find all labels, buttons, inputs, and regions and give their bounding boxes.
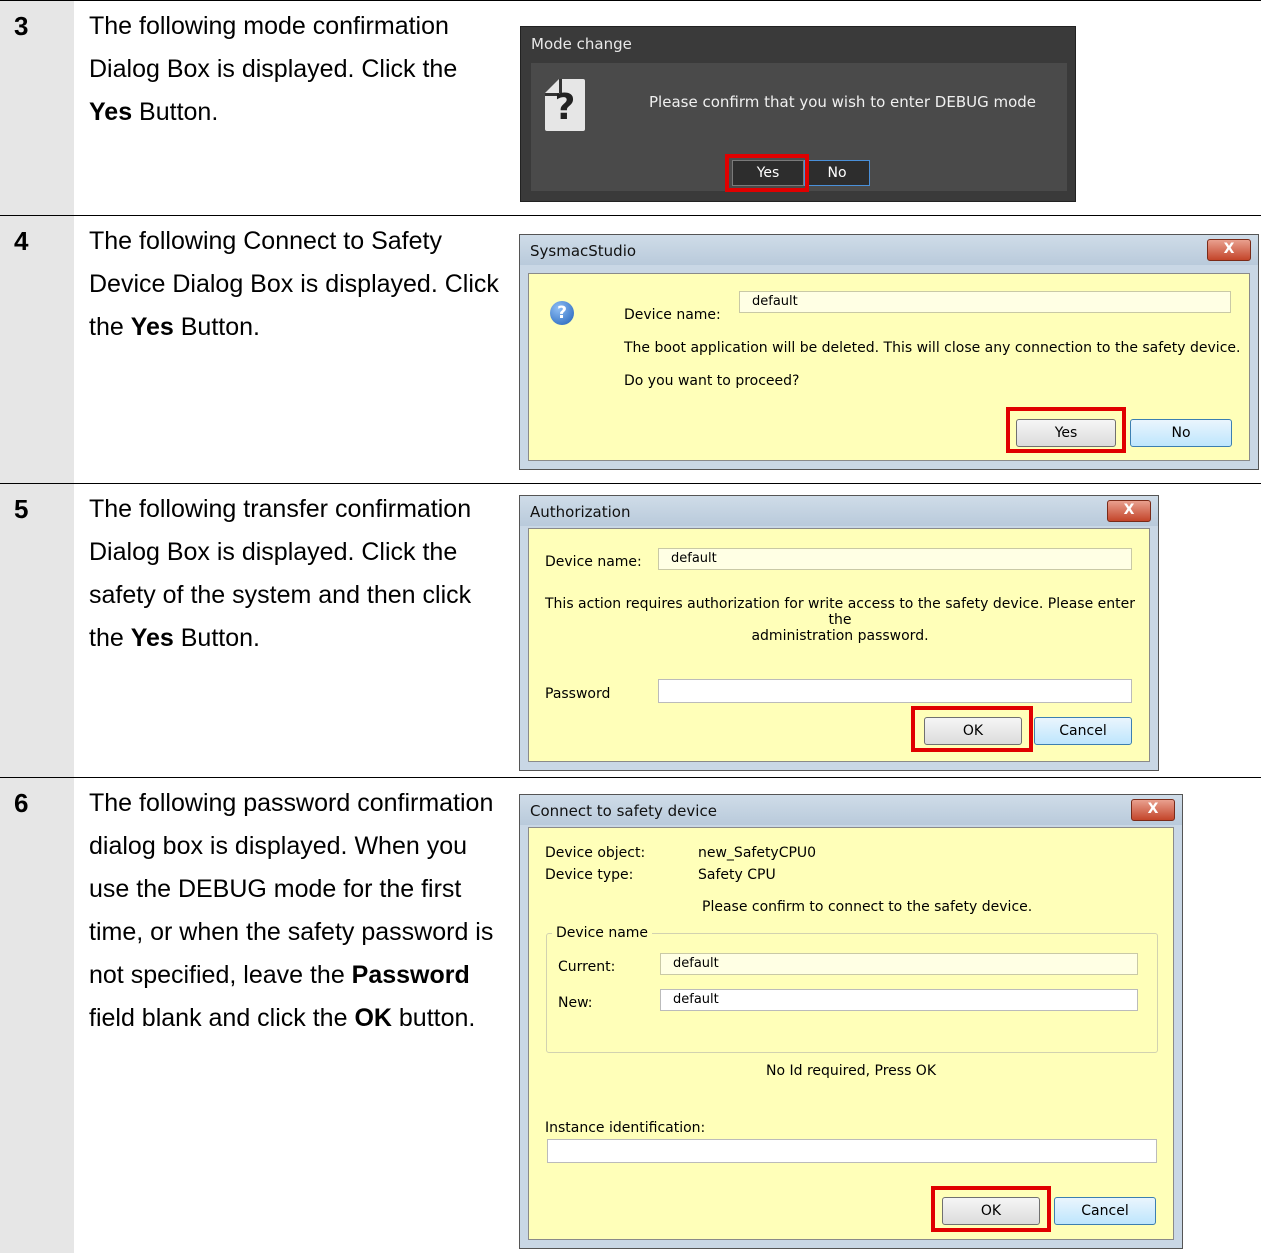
step-number-cell: 3 bbox=[0, 1, 74, 216]
current-field[interactable]: default bbox=[660, 953, 1138, 975]
step-instructions: The following password confirmation dial… bbox=[89, 789, 494, 1032]
device-type-label: Device type: bbox=[545, 867, 634, 883]
dialog-title: Mode change bbox=[531, 35, 632, 53]
current-label: Current: bbox=[558, 959, 616, 975]
close-button[interactable]: X bbox=[1207, 239, 1251, 261]
dialog-title: SysmacStudio bbox=[530, 242, 637, 260]
cancel-button[interactable]: Cancel bbox=[1054, 1197, 1156, 1225]
dialog-title: Authorization bbox=[530, 503, 631, 521]
device-name-label: Device name: bbox=[624, 307, 721, 323]
password-field[interactable] bbox=[658, 679, 1132, 703]
question-icon: ? bbox=[550, 301, 574, 325]
sysmacstudio-dialog: SysmacStudio X ? Device name: default Th… bbox=[519, 234, 1259, 470]
step-number: 4 bbox=[14, 226, 29, 256]
group-label: Device name bbox=[552, 925, 653, 941]
dialog-message: Please confirm that you wish to enter DE… bbox=[649, 93, 1037, 111]
new-label: New: bbox=[558, 995, 593, 1011]
new-field[interactable]: default bbox=[660, 989, 1138, 1011]
no-button[interactable]: No bbox=[804, 160, 870, 186]
password-label: Password bbox=[545, 686, 611, 702]
instance-label: Instance identification: bbox=[545, 1120, 706, 1136]
connect-safety-device-dialog: Connect to safety device X Device object… bbox=[519, 794, 1183, 1249]
step-number-cell: 6 bbox=[0, 778, 74, 1253]
step-number-cell: 4 bbox=[0, 216, 74, 484]
highlight-box bbox=[931, 1186, 1051, 1232]
close-button[interactable]: X bbox=[1107, 500, 1151, 522]
step-number: 3 bbox=[14, 11, 29, 41]
highlight-box bbox=[725, 154, 809, 192]
instance-field[interactable] bbox=[547, 1139, 1157, 1163]
question-file-icon: ? bbox=[545, 79, 585, 131]
authorization-dialog: Authorization X Device name: default Thi… bbox=[519, 495, 1159, 771]
device-object-label: Device object: bbox=[545, 845, 646, 861]
step-row-4: 4 The following Connect to Safety Device… bbox=[0, 215, 1261, 484]
dialog-message: This action requires authorization for w… bbox=[545, 596, 1135, 644]
id-message: No Id required, Press OK bbox=[766, 1063, 937, 1079]
device-type-value: Safety CPU bbox=[698, 867, 776, 883]
step-row-5: 5 The following transfer confirmation Di… bbox=[0, 483, 1261, 778]
step-number: 6 bbox=[14, 788, 29, 818]
step-instructions: The following Connect to Safety Device D… bbox=[89, 227, 499, 341]
no-button[interactable]: No bbox=[1130, 419, 1232, 447]
step-row-3: 3 The following mode confirmation Dialog… bbox=[0, 0, 1261, 216]
step-row-6: 6 The following password confirmation di… bbox=[0, 777, 1261, 1253]
mode-change-dialog: Mode change ? Please confirm that you wi… bbox=[520, 26, 1076, 202]
step-instructions: The following mode confirmation Dialog B… bbox=[89, 12, 458, 126]
device-name-label: Device name: bbox=[545, 554, 642, 570]
step-number-cell: 5 bbox=[0, 484, 74, 778]
dialog-question: Do you want to proceed? bbox=[624, 373, 800, 389]
step-instructions: The following transfer confirmation Dial… bbox=[89, 495, 472, 652]
dialog-message: The boot application will be deleted. Th… bbox=[624, 340, 1241, 356]
dialog-title: Connect to safety device bbox=[530, 802, 717, 820]
highlight-box bbox=[911, 706, 1033, 752]
close-button[interactable]: X bbox=[1131, 799, 1175, 821]
cancel-button[interactable]: Cancel bbox=[1034, 717, 1132, 745]
step-number: 5 bbox=[14, 494, 29, 524]
highlight-box bbox=[1006, 407, 1126, 453]
confirm-message: Please confirm to connect to the safety … bbox=[702, 899, 1033, 915]
device-object-value: new_SafetyCPU0 bbox=[698, 845, 817, 861]
device-name-field[interactable]: default bbox=[739, 291, 1231, 313]
device-name-field[interactable]: default bbox=[658, 548, 1132, 570]
